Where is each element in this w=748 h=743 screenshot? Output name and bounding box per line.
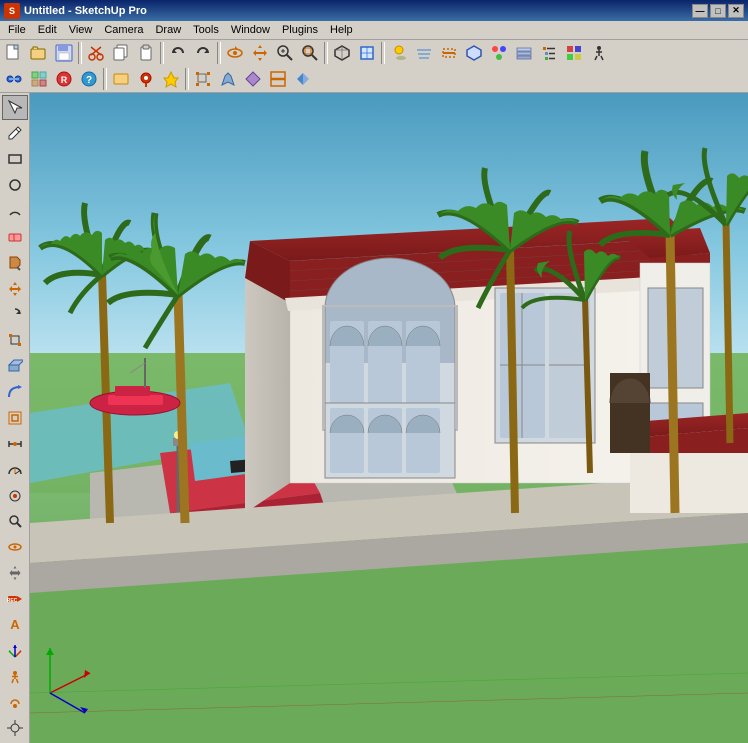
open-button[interactable] (27, 41, 51, 65)
zoom-button[interactable] (273, 41, 297, 65)
viewport[interactable] (30, 93, 748, 743)
left-toolbar: REC A (0, 93, 30, 743)
walkthrough-btn[interactable] (2, 664, 28, 689)
scale-tool-btn[interactable] (2, 328, 28, 353)
scene-canvas (30, 93, 748, 743)
rec-btn[interactable]: REC (2, 587, 28, 612)
offset-tool-btn[interactable] (2, 406, 28, 431)
flip-btn[interactable] (291, 67, 315, 91)
pan-button[interactable] (248, 41, 272, 65)
menu-tools[interactable]: Tools (187, 23, 225, 37)
menu-view[interactable]: View (63, 23, 99, 37)
section-cut-btn[interactable] (266, 67, 290, 91)
loc-btn[interactable] (134, 67, 158, 91)
scale-btn[interactable] (191, 67, 215, 91)
rectangle-tool-btn[interactable] (2, 147, 28, 172)
geocode-button[interactable] (27, 67, 51, 91)
circle-tool-btn[interactable] (2, 173, 28, 198)
svg-text:REC: REC (7, 598, 18, 604)
pin-btn[interactable] (159, 67, 183, 91)
svg-text:R: R (61, 75, 68, 85)
erase-tool-btn[interactable] (2, 224, 28, 249)
save-button[interactable] (52, 41, 76, 65)
pan-tool-btn[interactable] (2, 561, 28, 586)
axes-btn[interactable] (2, 638, 28, 663)
follow-tool-btn[interactable] (2, 380, 28, 405)
measure-button[interactable] (2, 67, 26, 91)
paint-tool-btn[interactable] (2, 250, 28, 275)
menu-camera[interactable]: Camera (98, 23, 149, 37)
section-planes-button[interactable] (437, 41, 461, 65)
menu-help[interactable]: Help (324, 23, 359, 37)
tb-sep-7 (185, 68, 189, 90)
app-icon: S (4, 3, 20, 19)
shadows-button[interactable] (387, 41, 411, 65)
toolbar-row-1 (0, 40, 748, 66)
select-tool-btn[interactable] (2, 95, 28, 120)
arc-tool-btn[interactable] (2, 199, 28, 224)
rotate-tool-btn[interactable] (2, 302, 28, 327)
pencil-tool-btn[interactable] (2, 121, 28, 146)
minimize-button[interactable]: — (692, 4, 708, 18)
menu-bar: File Edit View Camera Draw Tools Window … (0, 21, 748, 40)
zoom-tool-btn[interactable] (2, 509, 28, 534)
zoom-extents-button[interactable] (298, 41, 322, 65)
position-camera-btn[interactable] (2, 716, 28, 741)
menu-file[interactable]: File (2, 23, 32, 37)
walk-button[interactable] (587, 41, 611, 65)
tb-sep-5 (381, 42, 385, 64)
menu-window[interactable]: Window (225, 23, 276, 37)
orbit-tool-btn[interactable] (2, 535, 28, 560)
tb-sep-4 (324, 42, 328, 64)
title-bar: S Untitled - SketchUp Pro — □ ✕ (0, 0, 748, 21)
move-tool-btn[interactable] (2, 276, 28, 301)
cut-button[interactable] (84, 41, 108, 65)
paste-button[interactable] (134, 41, 158, 65)
main-content: REC A (0, 93, 748, 743)
r-btn[interactable]: R (52, 67, 76, 91)
menu-edit[interactable]: Edit (32, 23, 63, 37)
text-tool-btn[interactable]: A (2, 613, 28, 638)
menu-draw[interactable]: Draw (149, 23, 187, 37)
svg-text:?: ? (86, 75, 92, 86)
new-button[interactable] (2, 41, 26, 65)
redo-button[interactable] (191, 41, 215, 65)
lookat-tool-btn[interactable] (2, 483, 28, 508)
tape-tool-btn[interactable] (2, 431, 28, 456)
maximize-button[interactable]: □ (710, 4, 726, 18)
toolbars: R ? (0, 40, 748, 93)
top-view-button[interactable] (355, 41, 379, 65)
iso-view-button[interactable] (330, 41, 354, 65)
look-around-btn[interactable] (2, 690, 28, 715)
help-btn[interactable]: ? (77, 67, 101, 91)
toolbar-row-2: R ? (0, 66, 748, 92)
svg-text:A: A (10, 617, 20, 632)
outliner-button[interactable] (537, 41, 561, 65)
orbit-button[interactable] (223, 41, 247, 65)
tb-sep-3 (217, 42, 221, 64)
solid-mode-btn[interactable] (109, 67, 133, 91)
layers-button[interactable] (512, 41, 536, 65)
tb-sep-2 (160, 42, 164, 64)
styles-button[interactable] (487, 41, 511, 65)
tb-sep-1 (78, 42, 82, 64)
fog-button[interactable] (412, 41, 436, 65)
close-button[interactable]: ✕ (728, 4, 744, 18)
pushpull-tool-btn[interactable] (2, 354, 28, 379)
materials-button[interactable] (562, 41, 586, 65)
diamond-btn[interactable] (241, 67, 265, 91)
window-title: Untitled - SketchUp Pro (24, 5, 147, 17)
freeform-btn[interactable] (216, 67, 240, 91)
undo-button[interactable] (166, 41, 190, 65)
window-controls: — □ ✕ (692, 4, 744, 18)
tb-sep-6 (103, 68, 107, 90)
menu-plugins[interactable]: Plugins (276, 23, 324, 37)
components-button[interactable] (462, 41, 486, 65)
copy-button[interactable] (109, 41, 133, 65)
scene-svg (30, 93, 748, 743)
protractor-tool-btn[interactable] (2, 457, 28, 482)
